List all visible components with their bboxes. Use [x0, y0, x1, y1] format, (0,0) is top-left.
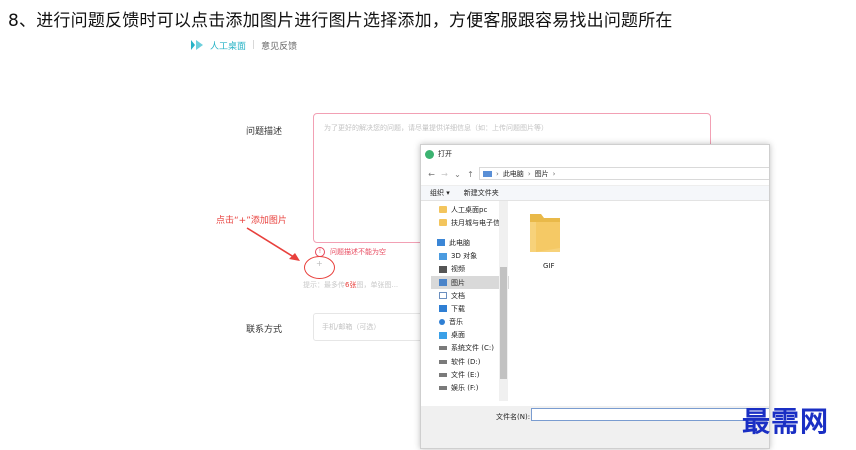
- sidebar-item-drive-d[interactable]: 软件 (D:): [431, 355, 509, 368]
- navigation-scrollbar[interactable]: [499, 201, 508, 401]
- sidebar-item-renggong-pc[interactable]: 人工桌面pc: [431, 203, 509, 216]
- app-logo-icon: [191, 40, 203, 50]
- document-icon: [439, 292, 447, 300]
- folder-icon: [439, 206, 447, 214]
- sidebar-item-drive-c[interactable]: 系统文件 (C:): [431, 342, 509, 355]
- file-open-dialog: 打开 ← → ⌄ ↑ › 此电脑 › 图片 › 组织 ▾ 新建文件夹 人工桌面p…: [420, 144, 770, 449]
- dialog-titlebar[interactable]: 打开: [421, 145, 769, 163]
- drive-icon: [439, 386, 447, 391]
- new-folder-button[interactable]: 新建文件夹: [464, 188, 499, 198]
- desc-label: 问题描述: [246, 127, 283, 137]
- up-arrow-icon[interactable]: ↑: [464, 170, 477, 179]
- app-icon: [425, 149, 434, 159]
- drive-icon: [439, 359, 447, 364]
- header-separator: |: [252, 40, 256, 50]
- app-header: 人工桌面 | 意见反馈: [190, 38, 297, 52]
- download-icon: [439, 305, 447, 313]
- scroll-thumb[interactable]: [500, 267, 507, 379]
- desc-placeholder: 为了更好的解决您的问题，请尽量提供详细信息（如：上传问题图片等）: [324, 124, 548, 132]
- sidebar-item-folder[interactable]: 扶月城与电子信: [431, 216, 509, 229]
- hint-suffix: 图，单张图...: [356, 281, 399, 289]
- gif-folder-icon[interactable]: [528, 210, 562, 254]
- music-icon: [439, 319, 445, 326]
- chevron-down-icon[interactable]: ⌄: [451, 170, 464, 179]
- filename-input[interactable]: [531, 408, 769, 421]
- contact-label: 联系方式: [246, 325, 283, 335]
- contact-input[interactable]: 手机/邮箱（可选）: [313, 313, 425, 341]
- computer-icon: [437, 239, 445, 247]
- forward-arrow-icon[interactable]: →: [438, 170, 451, 179]
- video-icon: [439, 265, 447, 273]
- sidebar-item-music[interactable]: 音乐: [431, 316, 509, 329]
- address-bar[interactable]: › 此电脑 › 图片 ›: [479, 167, 769, 180]
- drive-icon: [439, 372, 447, 377]
- sidebar-item-downloads[interactable]: 下载: [431, 302, 509, 315]
- breadcrumb-separator: ›: [496, 169, 499, 178]
- breadcrumb-separator: ›: [552, 169, 556, 178]
- breadcrumb-separator: ›: [527, 169, 531, 178]
- filename-label: 文件名(N):: [496, 413, 531, 421]
- add-image-button[interactable]: +: [316, 259, 323, 268]
- hint-prefix: 提示：最多传: [303, 281, 345, 289]
- step-title: 8、进行问题反馈时可以点击添加图片进行图片选择添加，方便客服跟容易找出问题所在: [8, 11, 673, 31]
- breadcrumb-this-pc[interactable]: 此电脑: [503, 169, 524, 179]
- dialog-toolbar: 组织 ▾ 新建文件夹: [421, 185, 769, 201]
- hint-count: 6张: [345, 281, 357, 289]
- upload-hint: 提示：最多传6张图，单张图...: [303, 280, 398, 290]
- drive-icon: [439, 346, 447, 351]
- navigation-pane: 人工桌面pc 扶月城与电子信 此电脑 3D 对象 视频 图片 文档 下载 音乐 …: [431, 203, 509, 401]
- sidebar-item-desktop[interactable]: 桌面: [431, 329, 509, 342]
- dialog-navbar: ← → ⌄ ↑ › 此电脑 › 图片 ›: [421, 165, 769, 183]
- back-arrow-icon[interactable]: ←: [425, 170, 438, 179]
- app-name[interactable]: 人工桌面: [210, 39, 246, 52]
- annotation-text: 点击“+”添加图片: [216, 216, 287, 226]
- computer-icon: [483, 170, 492, 177]
- picture-icon: [439, 279, 447, 287]
- annotation-arrow-icon: [246, 227, 300, 261]
- cube-icon: [439, 252, 447, 260]
- sidebar-item-documents[interactable]: 文档: [431, 289, 509, 302]
- watermark: 最需网: [742, 405, 830, 438]
- organize-menu[interactable]: 组织 ▾: [430, 188, 450, 198]
- gif-folder-label[interactable]: GIF: [543, 262, 555, 270]
- sidebar-item-pictures[interactable]: 图片: [431, 275, 509, 290]
- contact-placeholder: 手机/邮箱（可选）: [322, 323, 381, 331]
- sidebar-item-this-pc[interactable]: 此电脑: [431, 236, 509, 249]
- sidebar-item-drive-e[interactable]: 文件 (E:): [431, 368, 509, 381]
- folder-icon: [439, 219, 447, 227]
- sidebar-item-drive-f[interactable]: 娱乐 (F:): [431, 381, 509, 394]
- error-message: 问题描述不能为空: [330, 248, 386, 256]
- page-title: 意见反馈: [261, 41, 298, 52]
- dialog-title: 打开: [438, 150, 452, 158]
- sidebar-item-3d-objects[interactable]: 3D 对象: [431, 250, 509, 263]
- sidebar-item-videos[interactable]: 视频: [431, 263, 509, 276]
- breadcrumb-pictures[interactable]: 图片: [535, 169, 549, 179]
- filename-row: 文件名(N):: [421, 406, 769, 448]
- desktop-icon: [439, 331, 447, 339]
